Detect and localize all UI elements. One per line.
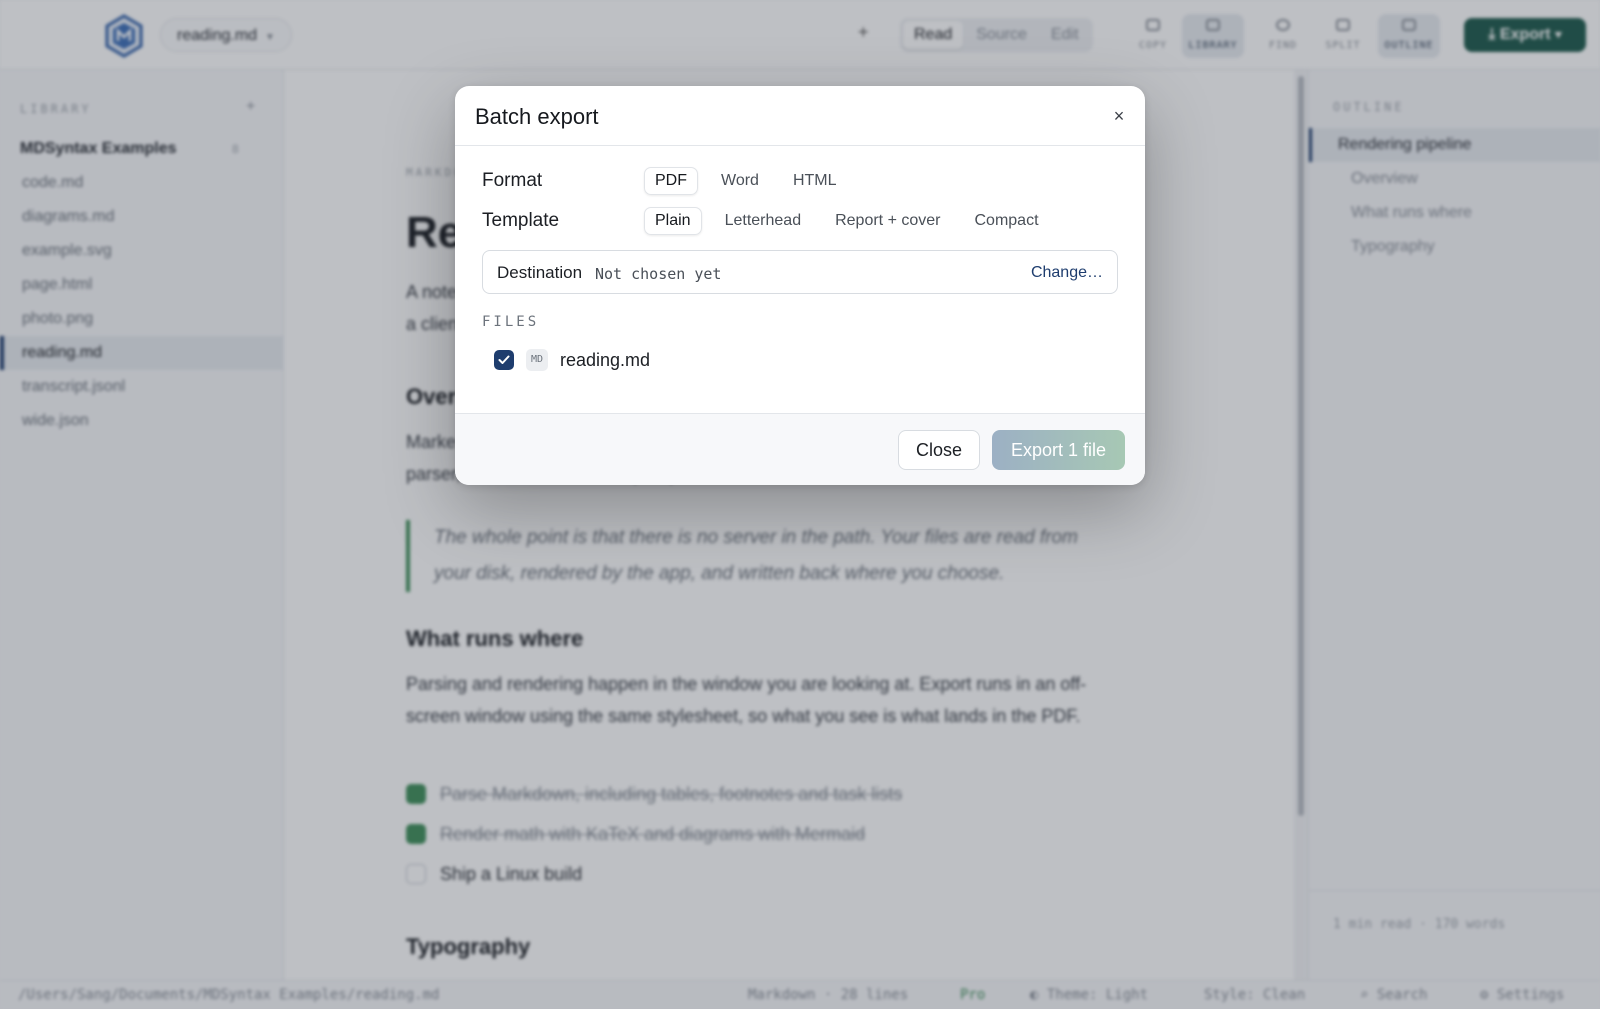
file-checkbox[interactable] (494, 350, 514, 370)
template-option-plain[interactable]: Plain (644, 207, 702, 235)
format-selector: PDF Word HTML (644, 167, 856, 195)
template-selector: Plain Letterhead Report + cover Compact (644, 207, 1058, 235)
change-destination-link[interactable]: Change… (1031, 264, 1103, 282)
destination-value: Not chosen yet (595, 265, 722, 283)
format-option-pdf[interactable]: PDF (644, 167, 698, 195)
file-name: reading.md (560, 350, 651, 370)
files-heading: FILES (482, 314, 540, 330)
format-option-word[interactable]: Word (710, 167, 770, 195)
dialog-title: Batch export (475, 104, 599, 129)
checkmark-icon (498, 355, 510, 364)
divider (455, 145, 1145, 146)
export-files-button[interactable]: Export 1 file (992, 430, 1125, 470)
template-option-report-cover[interactable]: Report + cover (824, 207, 951, 235)
close-icon[interactable]: × (1105, 102, 1133, 130)
template-option-letterhead[interactable]: Letterhead (714, 207, 813, 235)
close-button[interactable]: Close (898, 430, 980, 470)
template-label: Template (482, 210, 560, 231)
format-option-html[interactable]: HTML (782, 167, 848, 195)
template-option-compact[interactable]: Compact (963, 207, 1049, 235)
markdown-file-icon: MD (526, 349, 548, 371)
format-label: Format (482, 170, 543, 191)
batch-export-dialog: Batch export × Format PDF Word HTML Temp… (455, 86, 1145, 485)
destination-label: Destination (497, 263, 583, 282)
destination-field: Destination Not chosen yet Change… (482, 250, 1118, 294)
dialog-footer: Close Export 1 file (455, 414, 1145, 485)
